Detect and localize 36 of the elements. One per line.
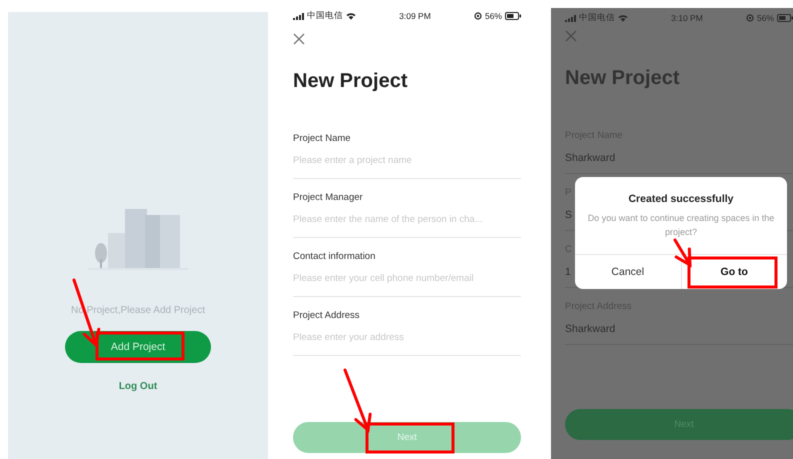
cancel-button[interactable]: Cancel	[575, 255, 680, 289]
status-time: 3:10 PM	[671, 13, 703, 23]
page-title: New Project	[565, 66, 680, 90]
dialog-title: Created successfully	[628, 193, 734, 205]
rotation-lock-icon	[746, 14, 754, 22]
input-field[interactable]: Please enter a project name	[293, 154, 521, 168]
carrier-name: 中国电信	[579, 12, 615, 24]
battery-icon	[776, 14, 793, 22]
battery-percent: 56%	[756, 13, 774, 23]
log-out-link[interactable]: Log Out	[118, 381, 158, 392]
close-icon[interactable]	[293, 33, 305, 45]
annotation-arrow	[344, 368, 372, 433]
battery-percent: 56%	[484, 11, 502, 21]
wifi-icon	[346, 12, 356, 20]
rotation-lock-icon	[474, 12, 482, 20]
annotation-arrow	[674, 238, 692, 268]
input-field[interactable]: Please enter your address	[293, 331, 521, 345]
dialog-message: Do you want to continue creating spaces in the project?	[586, 212, 776, 239]
wifi-icon	[618, 14, 628, 22]
field-label: Contact information	[293, 250, 376, 264]
input-field[interactable]: Please enter your cell phone number/email	[293, 272, 521, 286]
confirm-button[interactable]: Go to	[680, 255, 787, 289]
carrier-name: 中国电信	[307, 10, 343, 22]
battery-icon	[504, 12, 521, 20]
input-field[interactable]: Please enter the name of the person in cha...	[293, 213, 521, 227]
status-time: 3:09 PM	[399, 11, 431, 21]
field-value[interactable]: S	[565, 208, 572, 222]
field-label: Project Address	[293, 309, 360, 323]
field-value[interactable]: Sharkward	[565, 322, 616, 336]
field-label: Project Manager	[293, 191, 363, 205]
page-title: New Project	[293, 69, 408, 93]
signal-icon	[565, 14, 576, 22]
field-label: Project Name	[293, 132, 351, 146]
field-value[interactable]: 1	[565, 265, 571, 279]
signal-icon	[293, 12, 304, 20]
field-value[interactable]: Sharkward	[565, 151, 616, 165]
